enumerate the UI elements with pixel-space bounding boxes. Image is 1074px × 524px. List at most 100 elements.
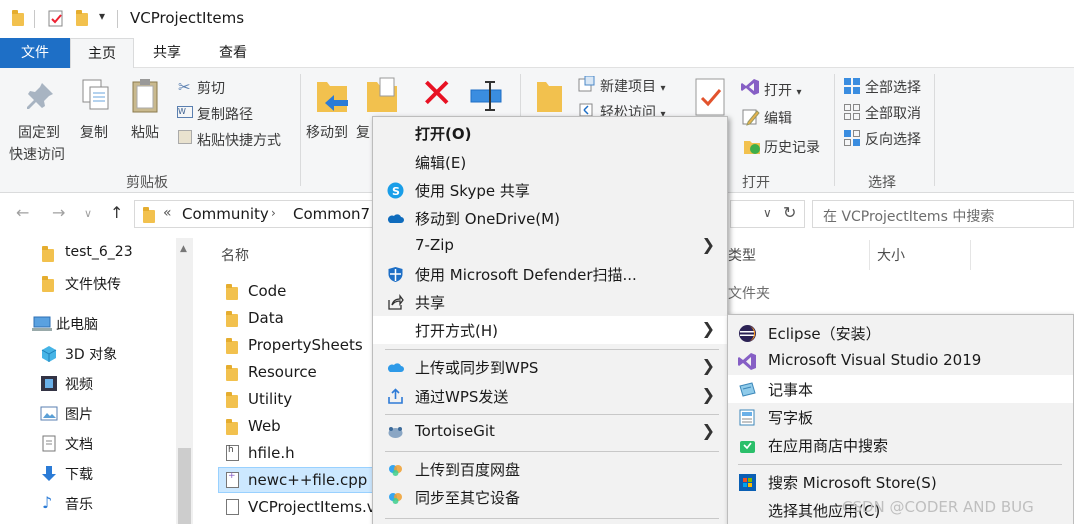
file-name: newc++file.cpp bbox=[248, 471, 368, 489]
file-row-utility[interactable]: Utility bbox=[218, 386, 378, 412]
move-to-button[interactable]: 移动到 bbox=[306, 122, 348, 142]
menu-item-sync-devices[interactable]: 同步至其它设备 bbox=[373, 483, 727, 511]
nav-item-label: 3D 对象 bbox=[65, 347, 118, 363]
recent-dropdown-icon[interactable]: ∨ bbox=[84, 207, 92, 220]
file-row-hfile[interactable]: h hfile.h bbox=[218, 440, 378, 466]
submenu-item-wordpad[interactable]: 写字板 bbox=[728, 403, 1073, 431]
context-menu: 打开(O) 编辑(E) S 使用 Skype 共享 移动到 OneDrive(M… bbox=[372, 116, 728, 524]
nav-scrollbar[interactable]: ▲ bbox=[176, 238, 193, 524]
edit-button[interactable]: 编辑 bbox=[764, 108, 792, 128]
rename-icon[interactable] bbox=[468, 78, 504, 114]
select-none-button[interactable]: 全部取消 bbox=[865, 103, 921, 123]
file-row-code[interactable]: Code bbox=[218, 278, 378, 304]
submenu-arrow-icon: ❯ bbox=[701, 356, 715, 375]
tab-home[interactable]: 主页 bbox=[70, 38, 134, 69]
folder-icon bbox=[226, 311, 238, 327]
file-row-propertysheets[interactable]: PropertySheets bbox=[218, 332, 378, 358]
scrollbar-thumb[interactable] bbox=[178, 448, 191, 524]
menu-item-baidu-upload[interactable]: 上传到百度网盘 bbox=[373, 455, 727, 483]
cut-button[interactable]: 剪切 bbox=[197, 78, 225, 98]
file-row-resource[interactable]: Resource bbox=[218, 359, 378, 385]
file-row-data[interactable]: Data bbox=[218, 305, 378, 331]
file-row-web[interactable]: Web bbox=[218, 413, 378, 439]
column-header-type[interactable]: 类型 bbox=[728, 245, 756, 265]
address-dropdown-icon[interactable]: ∨ bbox=[763, 206, 772, 220]
menu-item-open-with[interactable]: 打开方式(H) ❯ bbox=[373, 316, 727, 344]
up-arrow-icon[interactable]: ↑ bbox=[110, 203, 123, 222]
search-box[interactable]: 在 VCProjectItems 中搜索 bbox=[812, 200, 1074, 228]
divider bbox=[117, 10, 118, 28]
new-folder-icon[interactable] bbox=[76, 10, 88, 26]
breadcrumb-community[interactable]: Community bbox=[182, 205, 269, 223]
nav-item-label: 下载 bbox=[65, 467, 93, 483]
breadcrumb-common7[interactable]: Common7 bbox=[293, 205, 370, 223]
menu-item-label: 通过WPS发送 bbox=[415, 388, 509, 406]
nav-item-label: 音乐 bbox=[65, 497, 93, 513]
menu-item-share[interactable]: 共享 bbox=[373, 288, 727, 316]
column-header-name[interactable]: 名称 bbox=[221, 245, 249, 265]
file-row-vcprojectitems[interactable]: VCProjectItems.v bbox=[218, 494, 378, 520]
search-input[interactable]: 在 VCProjectItems 中搜索 bbox=[823, 206, 994, 226]
folder-icon bbox=[226, 392, 238, 408]
menu-item-open[interactable]: 打开(O) bbox=[373, 119, 727, 147]
tab-view[interactable]: 查看 bbox=[206, 38, 260, 68]
submenu-item-store-search[interactable]: 在应用商店中搜索 bbox=[728, 431, 1073, 459]
menu-item-skype-share[interactable]: S 使用 Skype 共享 bbox=[373, 176, 727, 204]
wordpad-icon bbox=[739, 409, 755, 426]
submenu-item-visual-studio[interactable]: Microsoft Visual Studio 2019 bbox=[728, 347, 1073, 375]
svg-text:S: S bbox=[392, 185, 400, 198]
select-group-label: 选择 bbox=[868, 175, 896, 191]
address-bar[interactable]: « Community › Common7 bbox=[134, 200, 374, 228]
breadcrumb-overflow[interactable]: « bbox=[163, 205, 172, 221]
breadcrumb-chevron-icon[interactable]: › bbox=[271, 206, 276, 220]
tab-share[interactable]: 共享 bbox=[140, 38, 194, 68]
submenu-item-notepad[interactable]: 记事本 bbox=[728, 375, 1073, 403]
menu-item-onedrive[interactable]: 移动到 OneDrive(M) bbox=[373, 204, 727, 232]
submenu-item-eclipse[interactable]: Eclipse（安装） bbox=[728, 319, 1073, 347]
copy-button[interactable]: 复制 bbox=[80, 122, 108, 142]
history-button[interactable]: 历史记录 bbox=[764, 137, 820, 157]
folder-icon bbox=[226, 419, 238, 435]
group-divider bbox=[300, 74, 301, 186]
menu-item-tortoisegit[interactable]: TortoiseGit ❯ bbox=[373, 418, 727, 446]
address-bar-end[interactable]: ∨ ↻ bbox=[730, 200, 805, 228]
watermark: CSDN @CODER AND BUG bbox=[842, 498, 1034, 516]
music-note-icon: ♪ bbox=[42, 493, 53, 512]
menu-item-wps-send[interactable]: 通过WPS发送 ❯ bbox=[373, 382, 727, 410]
select-all-button[interactable]: 全部选择 bbox=[865, 77, 921, 97]
menu-item-7zip[interactable]: 7-Zip ❯ bbox=[373, 232, 727, 260]
paste-button[interactable]: 粘贴 bbox=[131, 122, 159, 142]
properties-icon[interactable] bbox=[48, 10, 64, 28]
wps-cloud-icon bbox=[387, 363, 404, 372]
menu-item-wps-upload[interactable]: 上传或同步到WPS ❯ bbox=[373, 353, 727, 381]
file-row-newcppfile[interactable]: + newc++file.cpp bbox=[218, 467, 378, 493]
column-divider[interactable] bbox=[869, 240, 870, 270]
back-arrow-icon[interactable]: ← bbox=[16, 203, 29, 222]
scissors-icon: ✂ bbox=[178, 78, 191, 96]
open-button[interactable]: 打开 ▾ bbox=[764, 80, 801, 100]
properties-large-icon bbox=[695, 78, 725, 116]
submenu-item-microsoft-store[interactable]: 搜索 Microsoft Store(S) bbox=[728, 468, 1073, 496]
new-item-label: 新建项目 bbox=[600, 79, 656, 95]
refresh-icon[interactable]: ↻ bbox=[783, 203, 796, 222]
invert-selection-button[interactable]: 反向选择 bbox=[865, 129, 921, 149]
cube-icon bbox=[41, 346, 57, 362]
column-header-size[interactable]: 大小 bbox=[877, 245, 905, 265]
paste-shortcut-button[interactable]: 粘贴快捷方式 bbox=[197, 130, 281, 150]
pin-quick-access-button[interactable]: 固定到 快速访问 bbox=[9, 122, 65, 164]
copy-path-button[interactable]: 复制路径 bbox=[197, 104, 253, 124]
scroll-up-icon[interactable]: ▲ bbox=[180, 244, 187, 254]
new-item-button[interactable]: 新建项目 ▾ bbox=[600, 76, 665, 96]
tab-file[interactable]: 文件 bbox=[0, 38, 70, 68]
menu-item-defender-scan[interactable]: 使用 Microsoft Defender扫描... bbox=[373, 260, 727, 288]
folder-icon bbox=[42, 246, 54, 262]
column-divider[interactable] bbox=[970, 240, 971, 270]
menu-divider bbox=[738, 464, 1062, 465]
nav-item-label: 此电脑 bbox=[56, 317, 98, 333]
delete-icon[interactable]: ✕ bbox=[420, 74, 454, 114]
menu-item-edit[interactable]: 编辑(E) bbox=[373, 148, 727, 176]
new-item-icon bbox=[578, 76, 595, 92]
forward-arrow-icon[interactable]: → bbox=[52, 203, 65, 222]
copy-to-button[interactable]: 复 bbox=[356, 122, 370, 142]
customize-qat-icon[interactable]: ▾ bbox=[99, 9, 105, 23]
